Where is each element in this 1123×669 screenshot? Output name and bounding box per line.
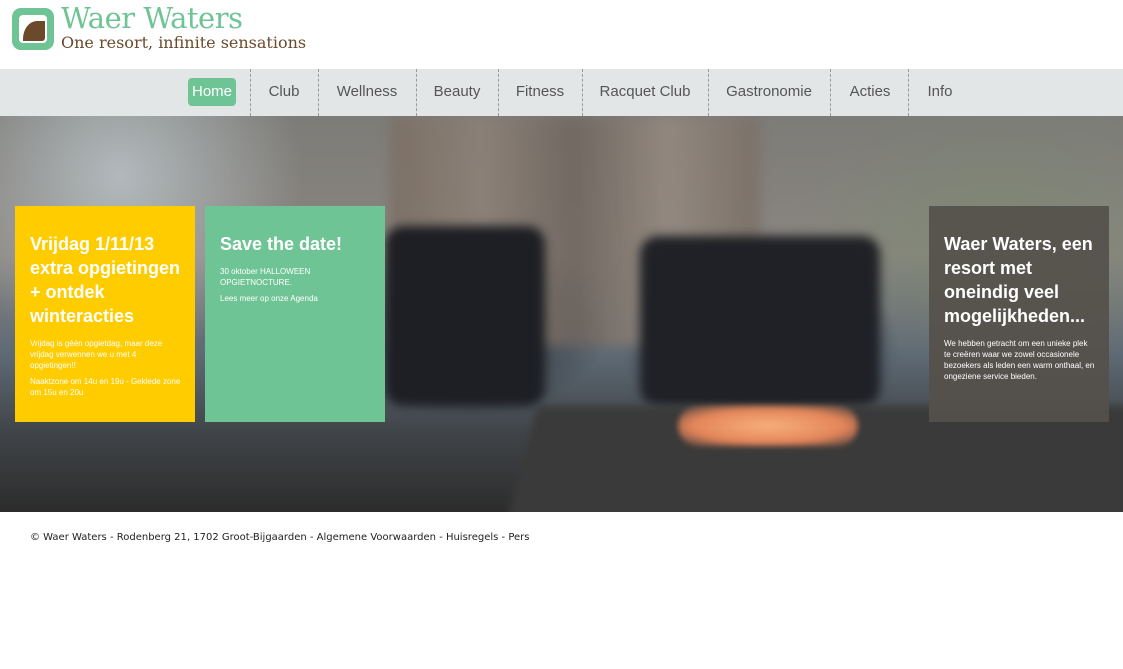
card-text: We hebben getracht om een unieke plek te… (944, 339, 1095, 381)
nav-divider (498, 69, 499, 116)
nav-item-acties[interactable]: Acties (839, 78, 901, 106)
main-nav: Home Club Wellness Beauty Fitness Racque… (0, 69, 1123, 116)
site-header: Waer Waters One resort, infinite sensati… (0, 0, 1123, 69)
nav-item-beauty[interactable]: Beauty (425, 78, 489, 106)
card-link-agenda[interactable]: Lees meer op onze Agenda (220, 293, 371, 304)
footer-link-rules[interactable]: Huisregels (446, 532, 498, 543)
promo-card-winteracties[interactable]: Vrijdag 1/11/13 extra opgietingen + ontd… (15, 206, 195, 422)
nav-item-fitness[interactable]: Fitness (507, 78, 573, 106)
promo-card-about[interactable]: Waer Waters, een resort met oneindig vee… (929, 206, 1109, 422)
nav-item-wellness[interactable]: Wellness (328, 78, 406, 106)
nav-item-club[interactable]: Club (259, 78, 309, 106)
card-title: Waer Waters, een resort met oneindig vee… (944, 234, 1093, 326)
card-text: Vrijdag is géén opgietdag, maar deze vri… (30, 339, 163, 370)
promo-card-save-the-date[interactable]: Save the date! 30 oktober HALLOWEEN OPGI… (205, 206, 385, 422)
card-title: Vrijdag 1/11/13 extra opgietingen + ontd… (30, 234, 181, 326)
logo-inner (19, 15, 47, 43)
footer-separator: - (498, 532, 509, 543)
leaf-shape (23, 21, 45, 41)
nav-divider (250, 69, 251, 116)
nav-divider (318, 69, 319, 116)
nav-item-info[interactable]: Info (918, 78, 962, 106)
site-title[interactable]: Waer Waters (61, 1, 243, 35)
card-title: Save the date! (220, 234, 343, 254)
card-text: 30 oktober HALLOWEEN OPGIETNOCTURE. (220, 267, 311, 287)
nav-divider (708, 69, 709, 116)
hero-candles (678, 406, 858, 446)
footer-link-terms[interactable]: Algemene Voorwaarden (317, 532, 436, 543)
leaf-logo-icon[interactable] (12, 8, 54, 50)
footer-link-press[interactable]: Pers (508, 532, 529, 543)
site-tagline: One resort, infinite sensations (61, 33, 307, 52)
nav-item-gastronomie[interactable]: Gastronomie (717, 78, 821, 106)
footer-copyright: © Waer Waters - Rodenberg 21, 1702 Groot… (30, 532, 317, 543)
nav-item-home[interactable]: Home (188, 78, 236, 106)
nav-divider (908, 69, 909, 116)
nav-divider (582, 69, 583, 116)
card-text: Naaktzone om 14u en 19u - Geklede zone o… (30, 377, 181, 397)
nav-divider (830, 69, 831, 116)
hero-chair (385, 226, 545, 406)
footer-separator: - (435, 532, 446, 543)
site-footer: © Waer Waters - Rodenberg 21, 1702 Groot… (30, 532, 529, 543)
nav-divider (416, 69, 417, 116)
hero-chair (640, 236, 880, 406)
nav-item-racquet-club[interactable]: Racquet Club (591, 78, 699, 106)
